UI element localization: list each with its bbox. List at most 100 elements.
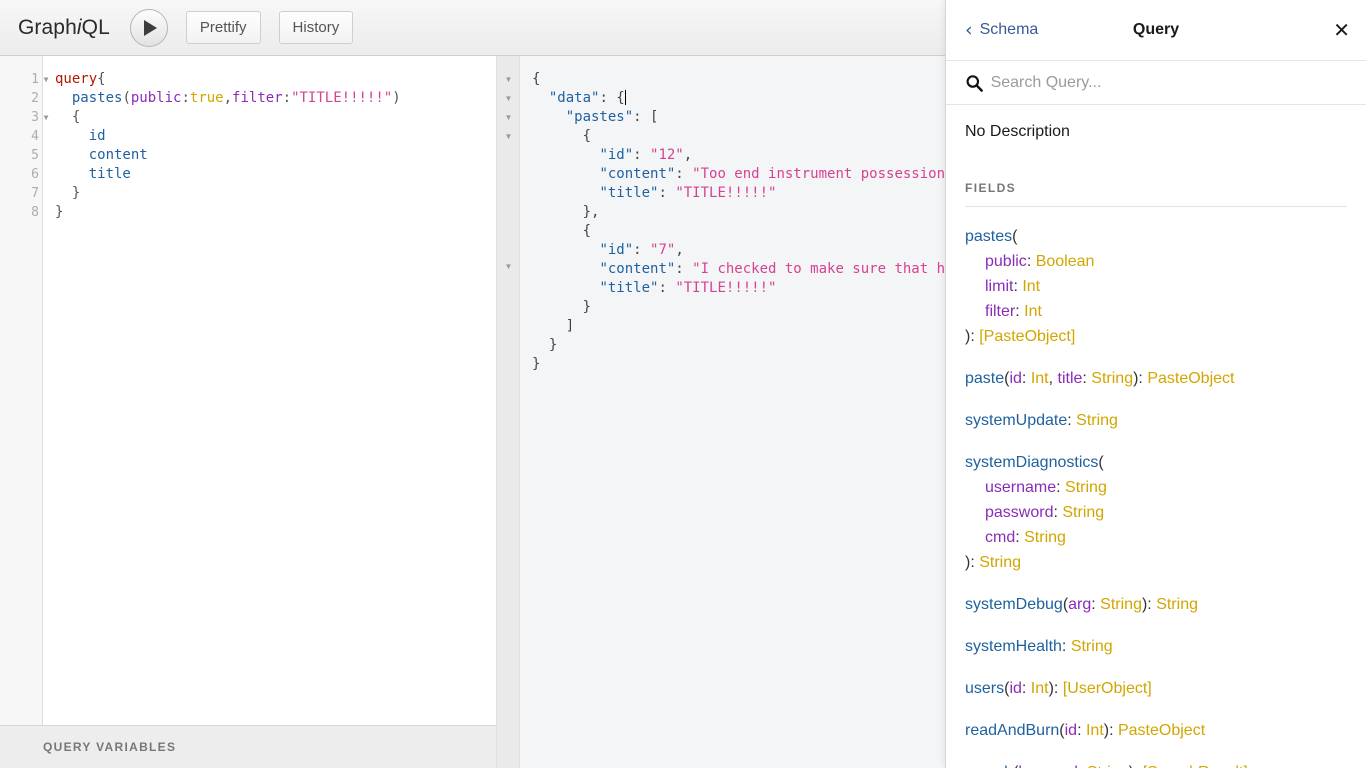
line-number: 6: [0, 165, 42, 184]
code-token: pastes: [72, 90, 123, 106]
field-type-link[interactable]: [UserObject]: [1063, 680, 1152, 697]
punctuation: :: [1078, 764, 1087, 768]
field-arg: cmd: String: [965, 525, 1347, 550]
field-name-link[interactable]: readAndBurn: [965, 722, 1059, 739]
arg-name-link[interactable]: filter: [985, 303, 1015, 320]
json-token: "7": [650, 242, 675, 258]
code-token: [55, 147, 89, 163]
search-input[interactable]: [989, 73, 1347, 93]
field-arg: password: String: [965, 500, 1347, 525]
code-token: :: [283, 90, 291, 106]
code-token: {: [55, 109, 80, 125]
execute-query-button[interactable]: [130, 9, 168, 47]
field-name-link[interactable]: pastes: [965, 228, 1012, 245]
arg-name-link[interactable]: title: [1058, 370, 1083, 387]
result-fold-gutter[interactable]: ▼▼▼▼▼: [497, 56, 520, 768]
code-token: [55, 166, 89, 182]
arg-name-link[interactable]: limit: [985, 278, 1013, 295]
fold-triangle-icon[interactable]: ▼: [497, 257, 520, 276]
line-number: 4: [0, 127, 42, 146]
doc-field-systemDiagnostics: systemDiagnostics(username: Stringpasswo…: [965, 450, 1347, 575]
arg-type-link[interactable]: Int: [1022, 278, 1040, 295]
punctuation: ):: [1129, 764, 1143, 768]
arg-name-link[interactable]: id: [1065, 722, 1077, 739]
arg-type-link[interactable]: String: [1024, 529, 1066, 546]
doc-field-pastes: pastes(public: Booleanlimit: Intfilter: …: [965, 224, 1347, 349]
line-number: 5: [0, 146, 42, 165]
punctuation: :: [1015, 529, 1024, 546]
field-name-link[interactable]: systemDiagnostics: [965, 454, 1098, 471]
arg-type-link[interactable]: String: [1100, 596, 1142, 613]
field-name-link[interactable]: users: [965, 680, 1004, 697]
fold-triangle-icon[interactable]: ▼: [497, 108, 520, 127]
documentation-panel: ‹ Schema Query ✕ No Description FIELDS p…: [945, 0, 1366, 768]
fold-triangle-icon[interactable]: ▼: [497, 89, 520, 108]
arg-name-link[interactable]: arg: [1068, 596, 1091, 613]
field-type-link[interactable]: String: [979, 554, 1021, 571]
history-button[interactable]: History: [279, 11, 354, 44]
fold-triangle-icon[interactable]: ▼: [497, 70, 520, 89]
docs-header: ‹ Schema Query ✕: [946, 0, 1366, 61]
arg-name-link[interactable]: username: [985, 479, 1056, 496]
code-token: title: [89, 166, 131, 182]
docs-content: No Description FIELDS pastes(public: Boo…: [946, 105, 1366, 768]
arg-type-link[interactable]: String: [1065, 479, 1107, 496]
json-token: "id": [599, 147, 633, 163]
main-area: 1▼23▼45678 query{ pastes(public:true,fil…: [0, 56, 1366, 768]
arg-type-link[interactable]: Boolean: [1036, 253, 1095, 270]
field-name-link[interactable]: search: [965, 764, 1013, 768]
play-icon: [144, 20, 157, 36]
app-logo: GraphiQL: [18, 16, 110, 40]
code-token: }: [55, 185, 80, 201]
fold-triangle-icon[interactable]: ▼: [40, 108, 52, 127]
punctuation: ):: [1142, 596, 1156, 613]
punctuation: ):: [1049, 680, 1063, 697]
field-type-link[interactable]: [SearchResult]: [1143, 764, 1248, 768]
fields-list: pastes(public: Booleanlimit: Intfilter: …: [965, 224, 1347, 768]
field-name-link[interactable]: systemDebug: [965, 596, 1063, 613]
arg-type-link[interactable]: Int: [1086, 722, 1104, 739]
arg-name-link[interactable]: cmd: [985, 529, 1015, 546]
arg-type-link[interactable]: String: [1062, 504, 1104, 521]
doc-field-systemUpdate: systemUpdate: String: [965, 408, 1347, 433]
fold-triangle-icon[interactable]: ▼: [497, 127, 520, 146]
field-name-link[interactable]: paste: [965, 370, 1004, 387]
arg-name-link[interactable]: public: [985, 253, 1027, 270]
field-type-link[interactable]: String: [1076, 412, 1118, 429]
json-token: :: [675, 261, 692, 277]
arg-name-link[interactable]: keyword: [1018, 764, 1078, 768]
doc-field-readAndBurn: readAndBurn(id: Int): PasteObject: [965, 718, 1347, 743]
query-code-area[interactable]: 1▼23▼45678 query{ pastes(public:true,fil…: [0, 56, 496, 725]
fold-triangle-icon[interactable]: ▼: [40, 70, 52, 89]
arg-type-link[interactable]: Int: [1031, 680, 1049, 697]
close-icon[interactable]: ✕: [1333, 20, 1350, 40]
arg-type-link[interactable]: Int: [1024, 303, 1042, 320]
query-variables-toggle[interactable]: QUERY VARIABLES: [0, 725, 496, 768]
prettify-button[interactable]: Prettify: [186, 11, 261, 44]
field-type-link[interactable]: String: [1071, 638, 1113, 655]
json-token: :: [658, 185, 675, 201]
arg-name-link[interactable]: id: [1009, 370, 1021, 387]
docs-back-button[interactable]: ‹ Schema: [965, 21, 1038, 40]
editor-line-numbers: 1▼23▼45678: [0, 56, 43, 725]
field-type-link[interactable]: String: [1156, 596, 1198, 613]
arg-name-link[interactable]: id: [1009, 680, 1021, 697]
arg-type-link[interactable]: String: [1091, 370, 1133, 387]
field-type-link[interactable]: PasteObject: [1118, 722, 1205, 739]
line-number: 1▼: [0, 70, 42, 89]
field-type-link[interactable]: PasteObject: [1147, 370, 1234, 387]
arg-name-link[interactable]: password: [985, 504, 1053, 521]
arg-type-link[interactable]: Int: [1031, 370, 1049, 387]
json-token: "title": [599, 185, 658, 201]
json-token: "pastes": [566, 109, 633, 125]
line-number: 7: [0, 184, 42, 203]
punctuation: :: [1015, 303, 1024, 320]
field-type-link[interactable]: [PasteObject]: [979, 328, 1075, 345]
field-name-link[interactable]: systemUpdate: [965, 412, 1067, 429]
arg-type-link[interactable]: String: [1087, 764, 1129, 768]
logo-suffix: QL: [82, 16, 110, 39]
field-name-link[interactable]: systemHealth: [965, 638, 1062, 655]
json-token: :: [633, 242, 650, 258]
code-token: filter: [232, 90, 283, 106]
query-code-text[interactable]: query{ pastes(public:true,filter:"TITLE!…: [43, 56, 496, 725]
